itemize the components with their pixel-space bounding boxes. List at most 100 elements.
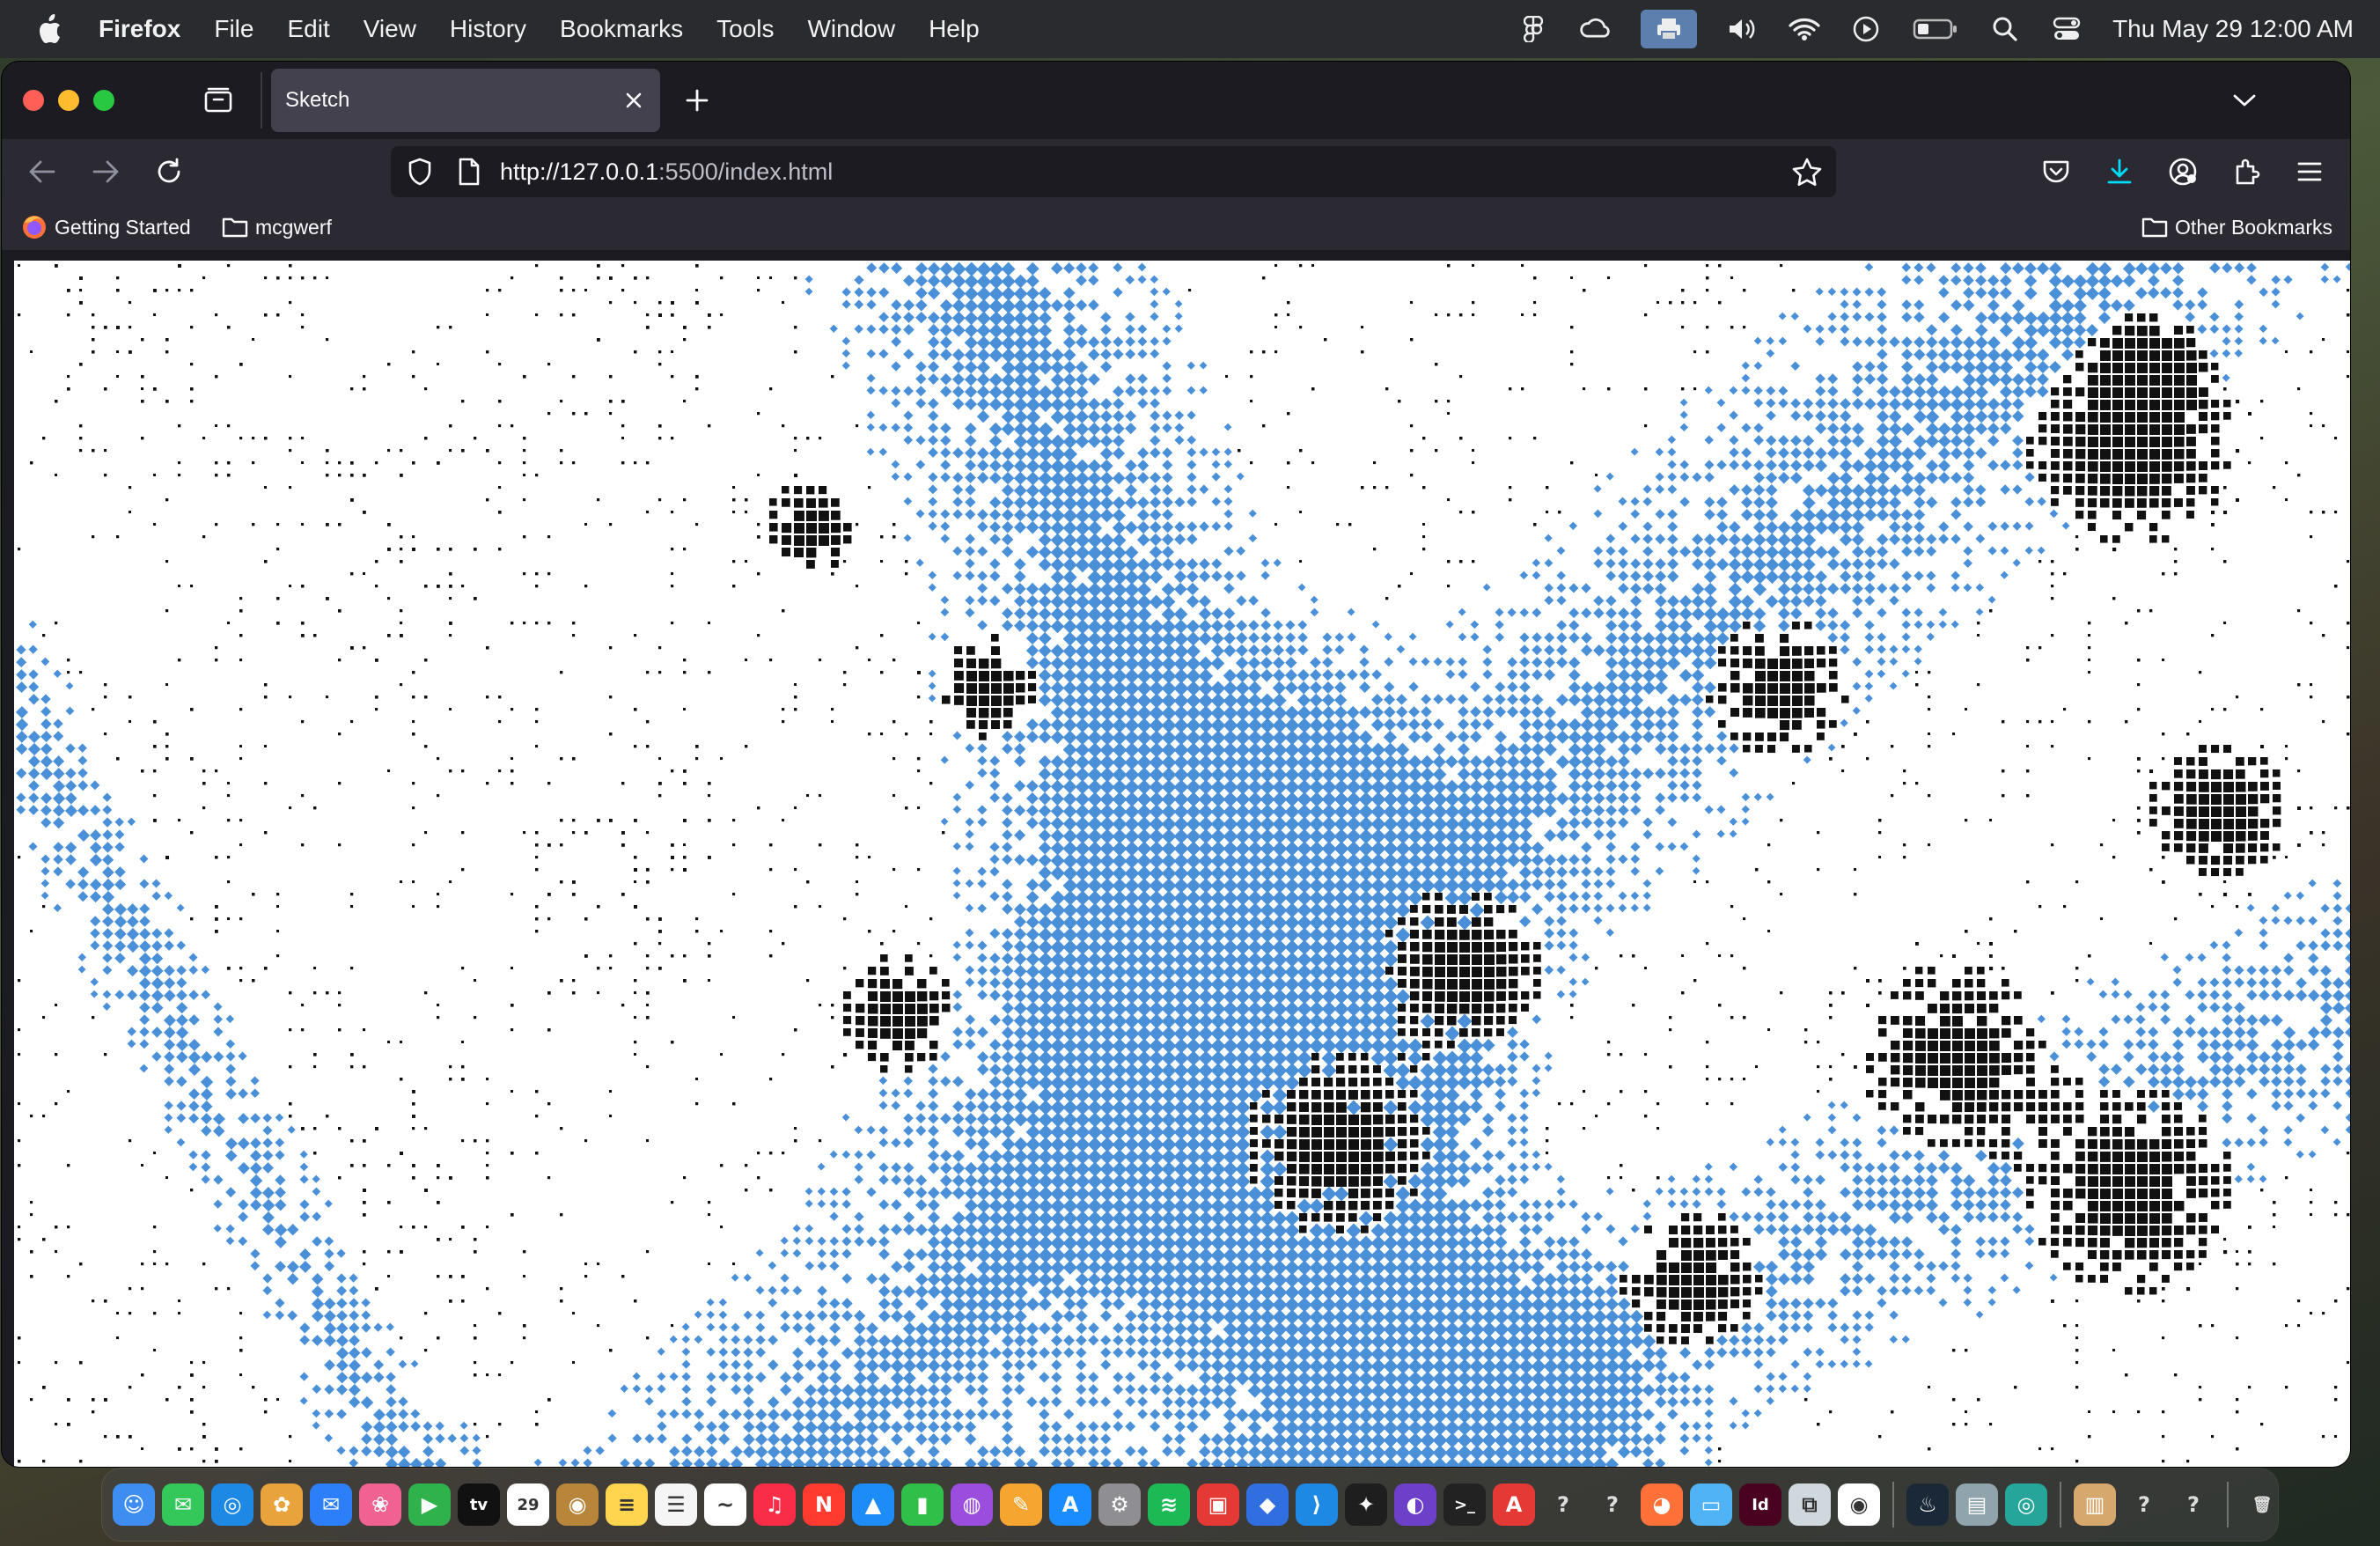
halftone-dot [2234,262,2245,274]
halftone-dot [1950,299,1963,312]
url-text[interactable]: http://127.0.0.1:5500/index.html [500,146,833,197]
halftone-dot [1532,571,1541,580]
window-minimize-button[interactable] [58,90,79,111]
control-center-icon[interactable] [2051,13,2082,45]
halftone-dot [878,262,890,274]
halftone-dot [2112,338,2123,349]
tab-sketch[interactable]: Sketch [271,69,660,132]
new-tab-icon[interactable] [679,83,715,118]
close-tab-icon[interactable] [620,86,648,114]
window-close-button[interactable] [23,90,44,111]
halftone-dot [979,671,989,681]
halftone-dot [2185,953,2194,962]
halftone-dot [2223,769,2234,780]
menu-history[interactable]: History [450,15,526,43]
halftone-dot [338,991,342,995]
halftone-dot [1174,423,1185,433]
printer-icon[interactable] [1641,10,1698,48]
halftone-dot [151,1051,162,1062]
halftone-dot [1445,731,1458,743]
figma-icon[interactable] [1517,13,1549,45]
address-bar[interactable]: http://127.0.0.1:5500/index.html [391,146,1836,197]
extensions-icon[interactable] [2229,154,2264,189]
halftone-dot [1173,607,1188,622]
pocket-icon[interactable] [2038,154,2074,189]
back-arrow-icon[interactable] [25,154,60,189]
halftone-dot [939,261,954,276]
menu-file[interactable]: File [214,15,253,43]
halftone-dot [2345,953,2350,964]
halftone-dot [977,879,987,888]
menu-help[interactable]: Help [929,15,980,43]
halftone-dot [939,311,953,325]
halftone-dot [2149,782,2157,790]
halftone-dot [1038,397,1054,413]
halftone-dot [1975,287,1987,299]
battery-icon[interactable] [1912,13,1959,45]
shield-icon[interactable] [403,155,437,188]
halftone-dot [27,742,41,756]
hamburger-menu-icon[interactable] [2292,154,2327,189]
halftone-dot [1839,508,1853,522]
halftone-dot [2125,486,2135,497]
halftone-dot [2060,298,2075,313]
window-zoom-button[interactable] [93,90,114,111]
menu-edit[interactable]: Edit [287,15,329,43]
halftone-dot [868,486,871,490]
menu-view[interactable]: View [364,15,416,43]
search-icon[interactable] [1989,13,2021,45]
halftone-dot [2234,1027,2246,1039]
halftone-dot [65,842,77,854]
halftone-dot [1297,668,1310,681]
halftone-dot [1136,533,1150,547]
creative-cloud-icon[interactable] [1579,13,1611,45]
halftone-dot [1459,313,1463,317]
apple-icon[interactable] [32,11,67,47]
halftone-dot [965,743,975,754]
halftone-dot [1642,583,1655,595]
halftone-dot [1062,767,1077,782]
halftone-dot [1777,520,1791,534]
menu-bookmarks[interactable]: Bookmarks [560,15,683,43]
bookmark-label: Getting Started [55,215,191,239]
halftone-dot [2199,424,2208,434]
halftone-dot [646,991,650,995]
bookmark-getting-started[interactable]: Getting Started [21,204,191,250]
bookmark-folder-mcgwerf[interactable]: mcgwerf [222,204,332,250]
page-info-icon[interactable] [452,155,486,188]
halftone-dot [695,289,699,292]
halftone-dot [1087,496,1102,511]
halftone-dot [1013,397,1028,412]
tab-overview-icon[interactable] [201,83,236,118]
halftone-dot [1655,743,1667,755]
halftone-dot [1211,521,1222,532]
reload-icon[interactable] [151,154,187,189]
play-icon[interactable] [1850,13,1882,45]
wifi-icon[interactable] [1789,13,1820,45]
halftone-dot [16,657,27,668]
account-icon[interactable] [2165,154,2200,189]
sketch-canvas[interactable] [14,261,2350,1467]
forward-arrow-icon[interactable] [88,154,123,189]
halftone-dot [977,571,988,582]
halftone-dot [940,373,952,386]
menu-tools[interactable]: Tools [716,15,774,43]
halftone-dot [2112,498,2122,508]
halftone-dot [1826,557,1840,571]
halftone-dot [2075,437,2086,447]
bookmark-other-bookmarks[interactable]: Other Bookmarks [2141,204,2332,250]
halftone-dot [794,511,804,521]
halftone-dot [1925,397,1940,412]
menu-window[interactable]: Window [807,15,895,43]
halftone-dot [1987,275,2000,287]
volume-icon[interactable] [1727,13,1759,45]
halftone-dot [658,350,662,354]
halftone-dot [929,782,933,785]
chevron-down-icon[interactable] [2227,83,2262,118]
downloads-icon[interactable] [2102,154,2137,189]
halftone-dot [165,609,169,613]
menu-app-name[interactable]: Firefox [99,15,180,43]
halftone-dot [1334,644,1345,655]
bookmark-star-icon[interactable] [1790,155,1824,188]
menu-bar-clock[interactable]: Thu May 29 12:00 AM [2112,15,2354,43]
